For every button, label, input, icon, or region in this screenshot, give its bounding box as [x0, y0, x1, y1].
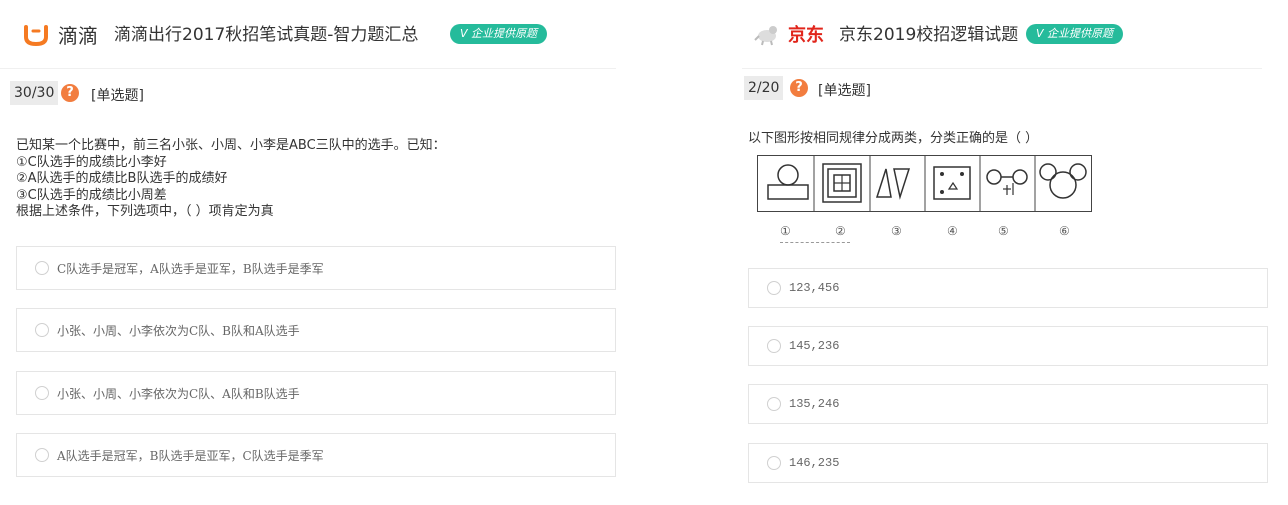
question-number: 2/20 [744, 76, 784, 100]
figure-grid [757, 155, 1092, 212]
figure-label: ⑤ [998, 224, 1009, 238]
option-c[interactable]: 135,246 [748, 384, 1268, 424]
verified-badge: V 企业提供原题 [450, 24, 548, 44]
stem-line: ③C队选手的成绩比小周差 [16, 187, 167, 203]
option-label: 小张、小周、小李依次为C队、A队和B队选手 [57, 387, 300, 401]
radio-button[interactable] [35, 323, 49, 337]
figure-label: ④ [947, 224, 958, 238]
didi-question-panel: 滴滴 滴滴出行2017秋招笔试真题-智力题汇总 V 企业提供原题 30/30 ?… [0, 0, 616, 505]
figure-2 [822, 163, 862, 203]
option-label: 小张、小周、小李依次为C队、B队和A队选手 [57, 324, 300, 338]
radio-button[interactable] [35, 261, 49, 275]
figure-label: ① [780, 224, 791, 238]
stem-line: 根据上述条件，下列选项中，（ ）项肯定为真 [16, 204, 274, 219]
radio-button[interactable] [767, 281, 781, 295]
option-label: 145,236 [789, 339, 840, 353]
stem-line: ①C队选手的成绩比小李好 [16, 154, 167, 170]
option-label: 123,456 [789, 281, 840, 295]
radio-button[interactable] [35, 386, 49, 400]
jd-logo: 京东 [754, 18, 824, 50]
option-a[interactable]: 123,456 [748, 268, 1268, 308]
option-a[interactable]: C队选手是冠军，A队选手是亚军，B队选手是季军 [16, 246, 616, 290]
page-title: 滴滴出行2017秋招笔试真题-智力题汇总 [114, 25, 419, 45]
option-label: C队选手是冠军，A队选手是亚军，B队选手是季军 [57, 262, 324, 276]
question-type: [单选题] [91, 88, 144, 104]
question-stem: 以下图形按相同规律分成两类，分类正确的是（ ） [748, 131, 1039, 146]
option-label: 135,246 [789, 397, 840, 411]
didi-logo: 滴滴 [22, 18, 98, 50]
help-icon[interactable]: ? [790, 79, 808, 97]
radio-button[interactable] [767, 339, 781, 353]
page-title: 京东2019校招逻辑试题 [839, 25, 1019, 45]
radio-button[interactable] [767, 397, 781, 411]
stem-line: 已知某一个比赛中，前三名小张、小周、小李是ABC三队中的选手。已知： [16, 138, 446, 153]
didi-brand-name: 滴滴 [58, 23, 98, 48]
didi-logo-icon [24, 25, 48, 47]
stem-line: ②A队选手的成绩比B队选手的成绩好 [16, 171, 228, 186]
option-c[interactable]: 小张、小周、小李依次为C队、A队和B队选手 [16, 371, 616, 415]
jd-question-panel: 京东 京东2019校招逻辑试题 V 企业提供原题 2/20 ? [单选题] 以下… [742, 0, 1268, 505]
figure-label: ⑥ [1059, 224, 1070, 238]
dashed-divider [780, 242, 850, 243]
option-label: A队选手是冠军，B队选手是亚军，C队选手是季军 [57, 449, 324, 463]
figure-label: ② [835, 224, 846, 238]
verified-badge: V 企业提供原题 [1026, 24, 1124, 44]
figure-label: ③ [891, 224, 902, 238]
radio-button[interactable] [767, 456, 781, 470]
radio-button[interactable] [35, 448, 49, 462]
question-type: [单选题] [818, 83, 871, 99]
left-header: 滴滴 滴滴出行2017秋招笔试真题-智力题汇总 V 企业提供原题 [0, 0, 616, 69]
question-stem: 已知某一个比赛中，前三名小张、小周、小李是ABC三队中的选手。已知： ①C队选手… [16, 138, 446, 221]
option-d[interactable]: 146,235 [748, 443, 1268, 483]
jd-dog-icon [754, 26, 777, 46]
question-number: 30/30 [10, 81, 59, 105]
jd-brand-name: 京东 [788, 25, 824, 46]
option-d[interactable]: A队选手是冠军，B队选手是亚军，C队选手是季军 [16, 433, 616, 477]
help-icon[interactable]: ? [61, 84, 79, 102]
option-b[interactable]: 145,236 [748, 326, 1268, 366]
option-label: 146,235 [789, 456, 840, 470]
right-header: 京东 京东2019校招逻辑试题 V 企业提供原题 [742, 0, 1262, 69]
option-b[interactable]: 小张、小周、小李依次为C队、B队和A队选手 [16, 308, 616, 352]
